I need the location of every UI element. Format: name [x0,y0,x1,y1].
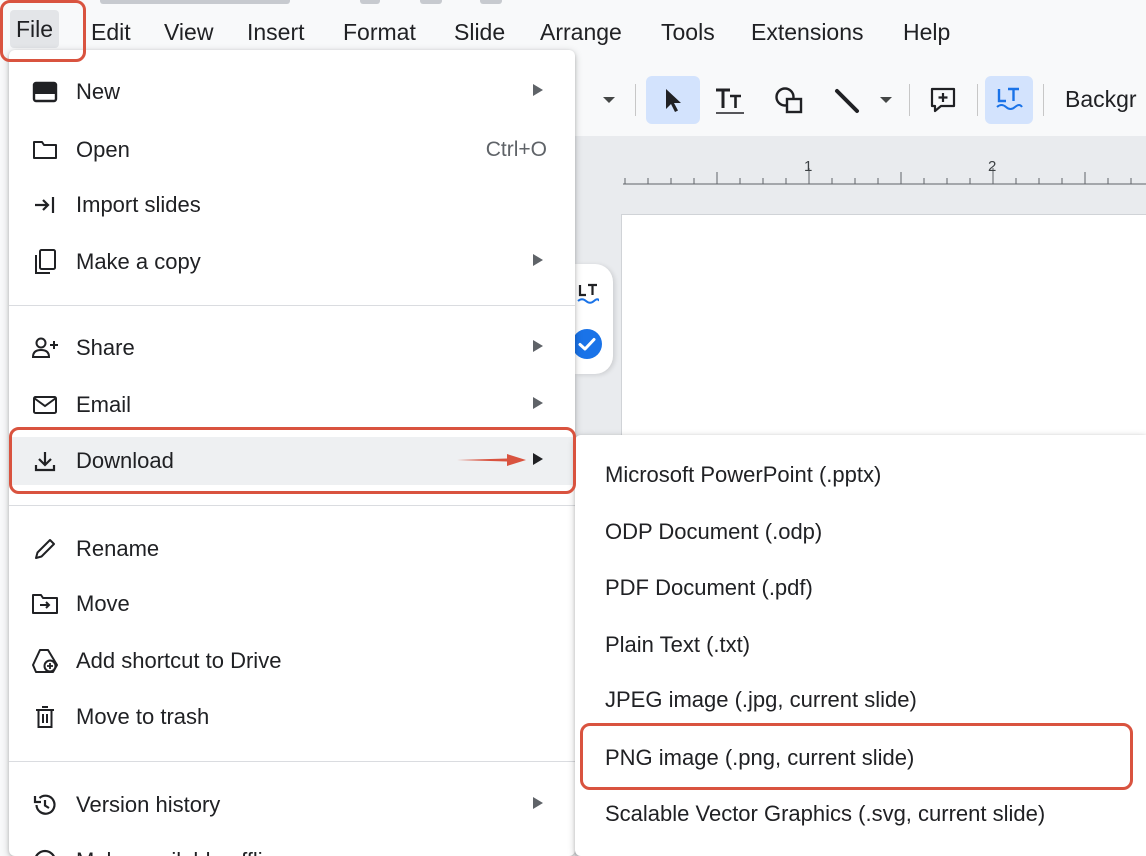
shape-icon[interactable] [765,76,813,124]
menu-item-label: Version history [76,792,221,817]
offline-icon [31,847,59,856]
menu-item-label: Import slides [76,192,201,217]
menu-item-email[interactable]: Email [9,381,575,429]
shortcut-label: Ctrl+O [485,138,547,161]
menu-help[interactable]: Help [897,13,956,51]
menu-view[interactable]: View [158,13,219,51]
toolbar-separator [635,84,636,116]
download-option-pptx[interactable]: Microsoft PowerPoint (.pptx) [575,449,1146,501]
pencil-icon [31,535,59,563]
menu-item-make-available-offline[interactable]: Make available offline [9,837,575,856]
trash-icon [31,703,59,731]
menu-item-version-history[interactable]: Version history [9,781,575,829]
download-option-label: Scalable Vector Graphics (.svg, current … [605,801,1046,826]
download-option-label: PDF Document (.pdf) [605,575,813,600]
text-box-icon[interactable] [707,76,753,124]
menu-divider [9,505,575,506]
menu-slide[interactable]: Slide [448,13,511,51]
ruler-number: 2 [988,158,997,175]
toolbar-separator [909,84,910,116]
highlight-box-png-option [580,723,1133,790]
submenu-arrow-icon [533,397,543,409]
download-submenu: Microsoft PowerPoint (.pptx) ODP Documen… [575,435,1146,856]
menu-item-add-shortcut-to-drive[interactable]: Add shortcut to Drive [9,637,575,685]
line-tool-icon[interactable] [825,76,869,124]
language-tool-icon[interactable] [985,76,1033,124]
menu-item-make-a-copy[interactable]: Make a copy [9,238,575,286]
select-tool-cursor-icon[interactable] [646,76,700,124]
menu-item-label: New [76,79,121,104]
horizontal-ruler: 1 2 [623,146,1146,186]
submenu-arrow-icon [533,254,543,266]
menu-item-label: Email [76,392,132,417]
toolbar-separator [977,84,978,116]
menu-item-rename[interactable]: Rename [9,525,575,573]
move-folder-icon [31,590,59,618]
menu-item-new[interactable]: New [9,68,575,116]
menu-divider [9,761,575,762]
zoom-dropdown-chevron-icon[interactable] [593,76,625,124]
submenu-arrow-icon [533,340,543,352]
toolbar-separator [1043,84,1044,116]
new-slides-icon [31,78,59,106]
menu-item-share[interactable]: Share [9,324,575,372]
copy-icon [31,248,59,276]
folder-icon [31,136,59,164]
download-option-label: ODP Document (.odp) [605,519,823,544]
menu-format[interactable]: Format [337,13,422,51]
menu-item-label: Make a copy [76,249,201,274]
person-add-icon [31,334,59,362]
submenu-arrow-icon [533,84,543,96]
menu-item-label: Share [76,335,135,360]
menu-item-move-to-trash[interactable]: Move to trash [9,693,575,741]
history-icon [31,791,59,819]
menu-tools[interactable]: Tools [655,13,721,51]
menu-item-import-slides[interactable]: Import slides [9,181,575,229]
download-option-svg[interactable]: Scalable Vector Graphics (.svg, current … [575,788,1146,840]
checkmark-badge-icon[interactable] [571,328,603,360]
download-option-label: Microsoft PowerPoint (.pptx) [605,462,882,487]
menu-item-label: Move to trash [76,704,210,729]
toolbar: Backgr [575,62,1146,136]
menu-edit[interactable]: Edit [85,13,137,51]
mail-icon [31,391,59,419]
menu-item-label: Add shortcut to Drive [76,648,282,673]
menu-item-label: Rename [76,536,160,561]
menu-divider [9,305,575,306]
download-option-odp[interactable]: ODP Document (.odp) [575,506,1146,558]
line-dropdown-chevron-icon[interactable] [873,76,899,124]
side-panel-chip [572,264,613,374]
submenu-arrow-icon [533,797,543,809]
menu-item-label: Make available offline [76,847,287,856]
insert-comment-icon[interactable] [919,76,967,124]
download-option-label: JPEG image (.jpg, current slide) [605,687,917,712]
menu-item-open[interactable]: Open Ctrl+O [9,126,575,174]
download-option-txt[interactable]: Plain Text (.txt) [575,619,1146,671]
move-icon [420,0,442,4]
menu-item-label: Open [76,137,130,162]
background-button[interactable]: Backgr [1065,86,1137,113]
import-icon [31,191,59,219]
document-title-hint [100,0,290,4]
menu-item-move[interactable]: Move [9,580,575,628]
menu-item-label: Move [76,591,130,616]
download-option-jpg[interactable]: JPEG image (.jpg, current slide) [575,674,1146,726]
menu-insert[interactable]: Insert [241,13,311,51]
drive-shortcut-icon [31,647,59,675]
download-option-label: Plain Text (.txt) [605,632,751,657]
menu-extensions[interactable]: Extensions [745,13,870,51]
menu-arrange[interactable]: Arrange [534,13,628,51]
ruler-number: 1 [804,158,813,175]
language-tool-icon[interactable] [577,282,599,308]
star-icon [360,0,380,4]
annotation-arrow-icon [457,454,526,466]
download-option-pdf[interactable]: PDF Document (.pdf) [575,562,1146,614]
highlight-box-file [0,0,86,62]
cloud-status-icon [480,0,502,4]
